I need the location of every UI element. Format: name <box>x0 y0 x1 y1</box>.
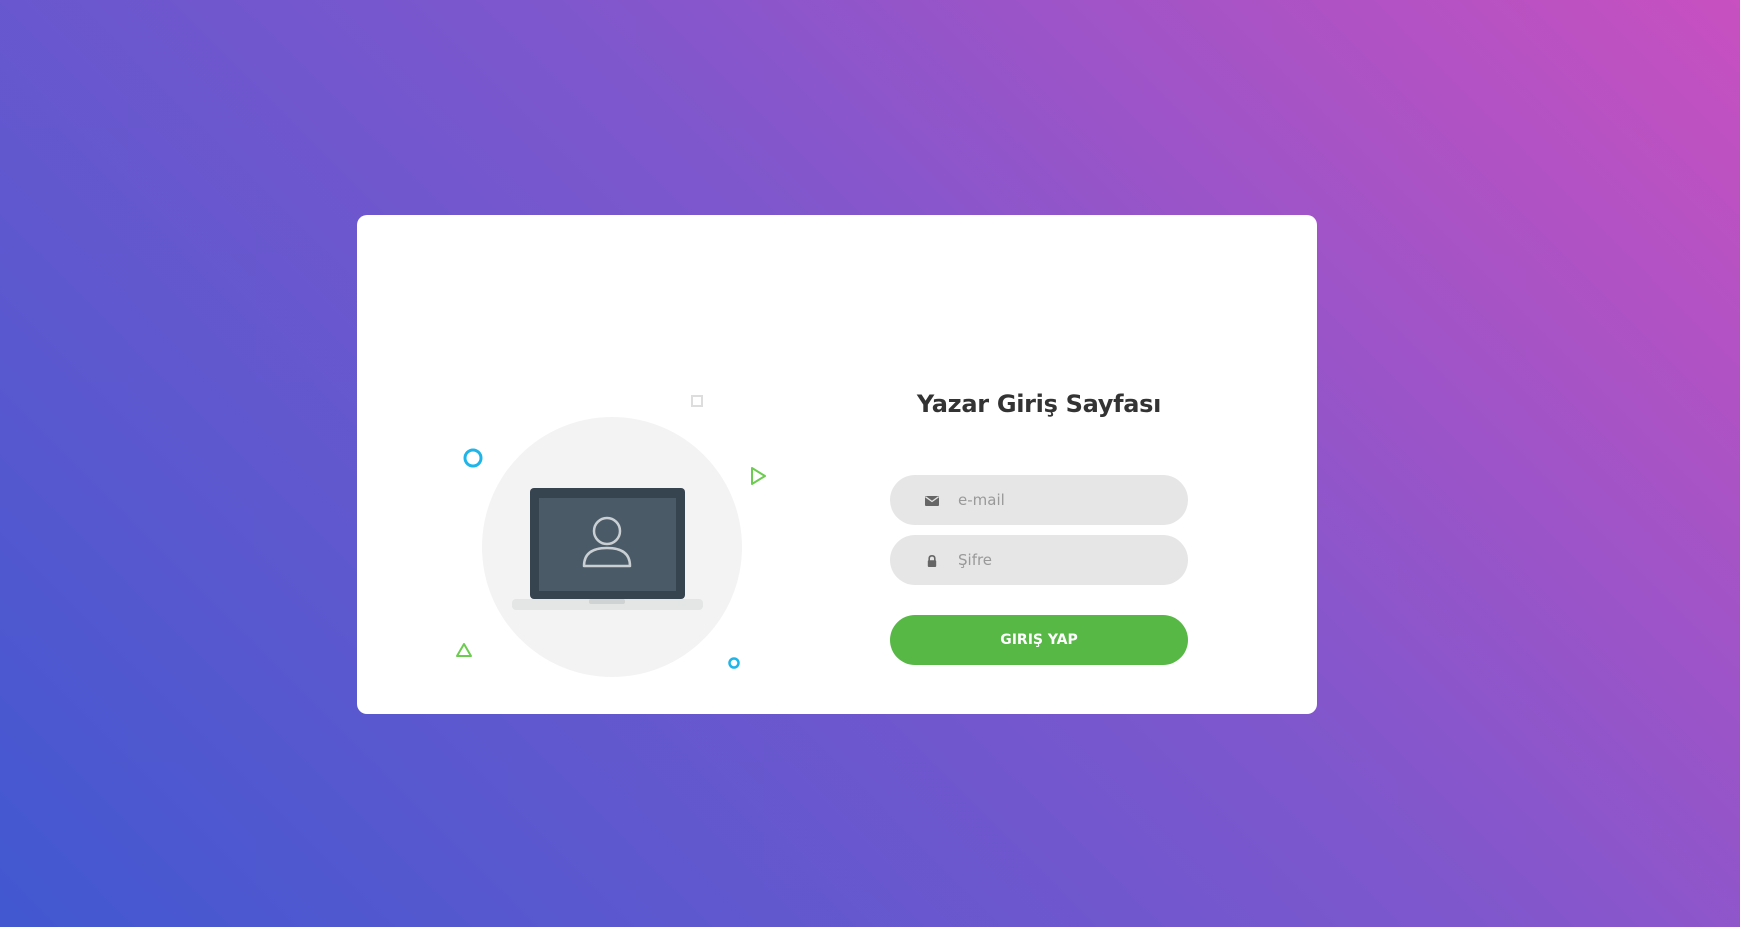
deco-circle-icon <box>463 448 483 468</box>
envelope-icon <box>925 493 939 507</box>
login-card: Yazar Giriş Sayfası GIRIŞ YAP <box>357 215 1317 714</box>
laptop-notch <box>589 599 625 604</box>
deco-triangle-up-icon <box>456 643 472 657</box>
email-input[interactable] <box>958 475 1168 525</box>
login-button[interactable]: GIRIŞ YAP <box>890 615 1188 665</box>
login-form: Yazar Giriş Sayfası GIRIŞ YAP <box>890 215 1188 714</box>
lock-icon <box>925 553 939 567</box>
password-field-wrapper[interactable] <box>890 535 1188 585</box>
laptop-user-icon <box>456 395 766 677</box>
deco-dot-icon <box>728 657 740 669</box>
page-title: Yazar Giriş Sayfası <box>916 390 1162 418</box>
login-illustration <box>357 215 837 714</box>
deco-triangle-right-icon <box>751 467 766 485</box>
deco-square-icon <box>691 395 703 407</box>
email-field-wrapper[interactable] <box>890 475 1188 525</box>
password-input[interactable] <box>958 535 1168 585</box>
